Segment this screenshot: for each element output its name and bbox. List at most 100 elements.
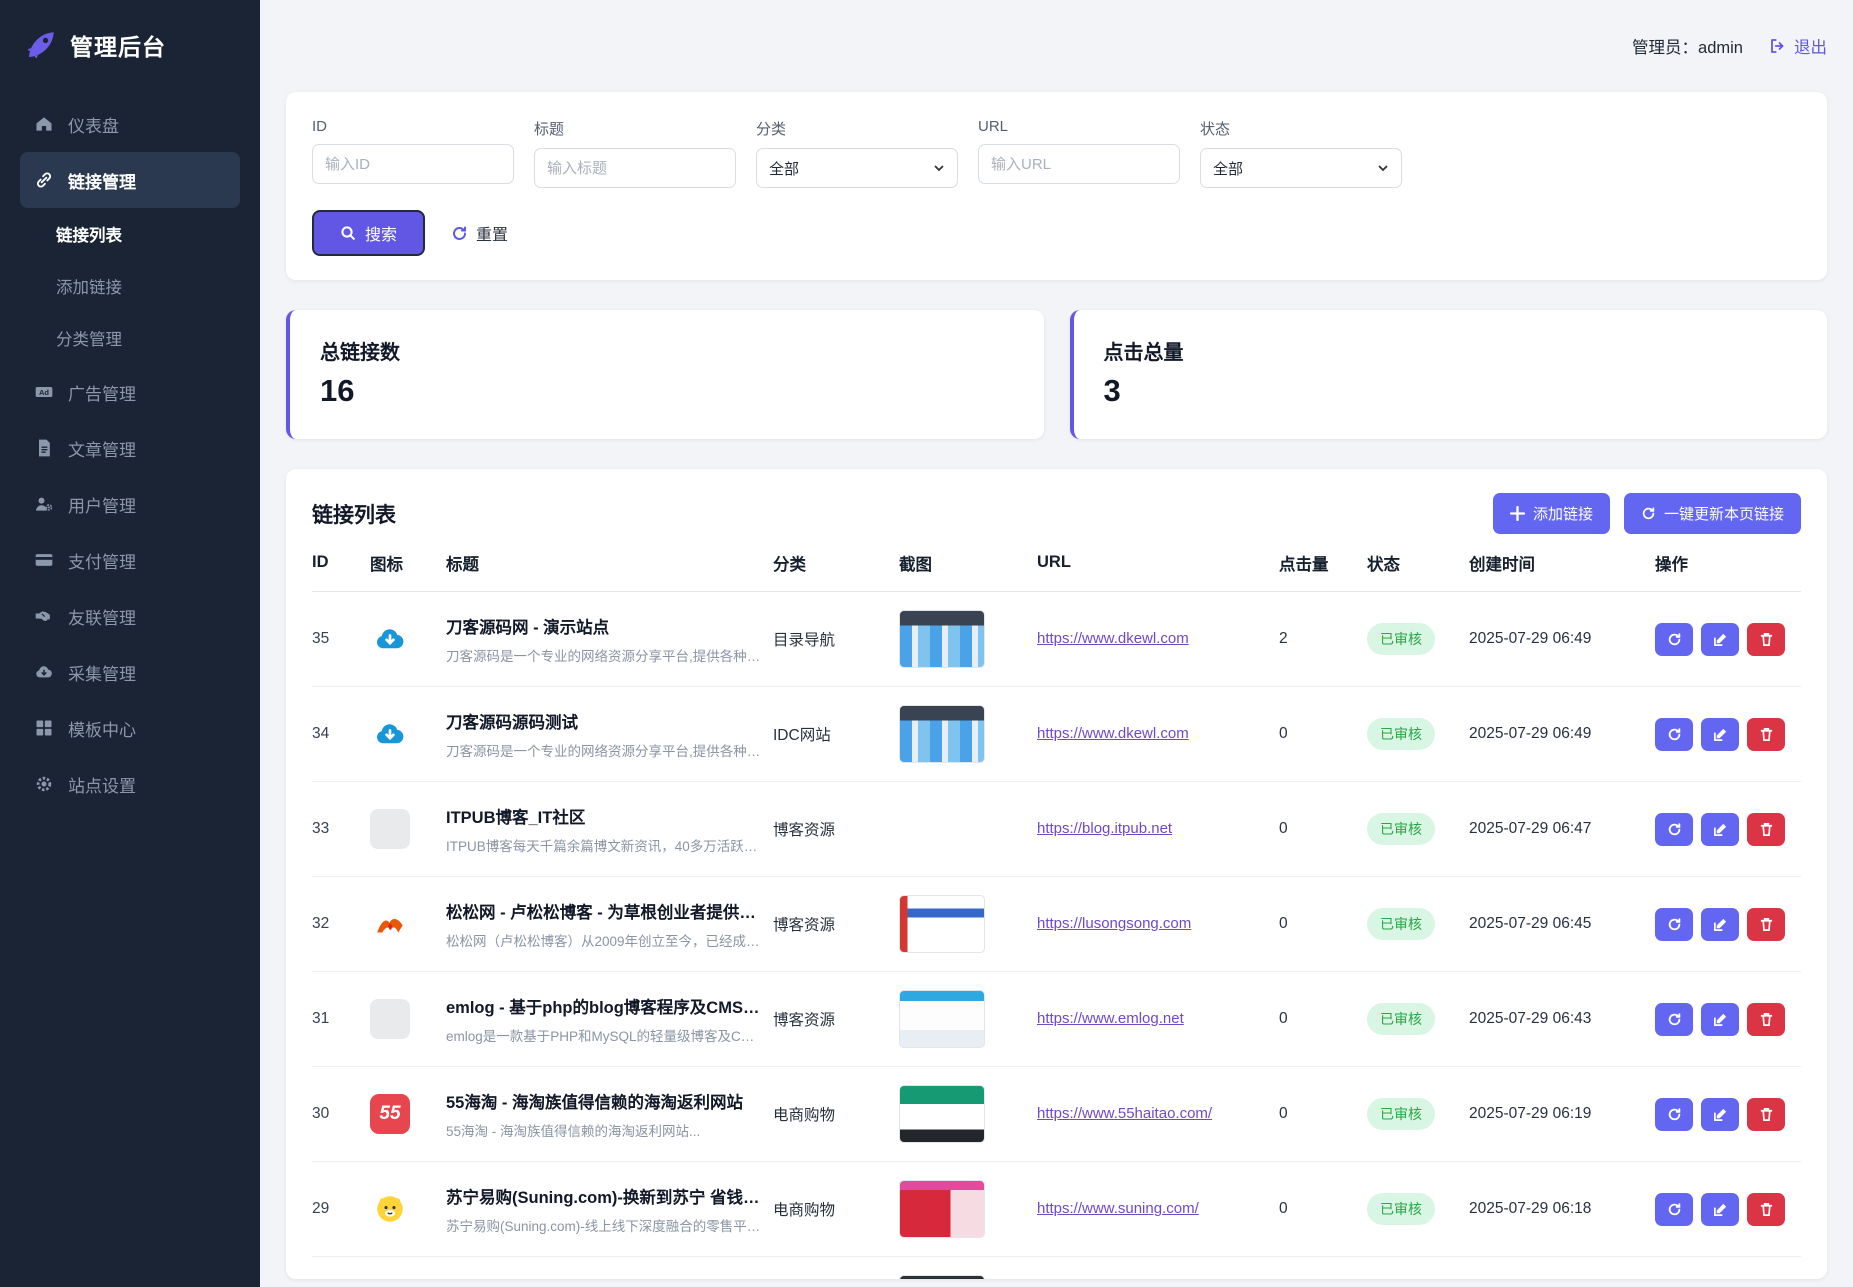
panel-title: 链接列表	[312, 499, 396, 529]
sidebar-item-links[interactable]: 链接管理	[20, 152, 240, 208]
site-thumbnail	[899, 705, 985, 763]
row-edit-button[interactable]	[1701, 718, 1739, 751]
table-row: 33 ITPUB博客_IT社区 ITPUB博客每天千篇余篇博文新资讯，40多万活…	[312, 782, 1801, 877]
filter-category-label: 分类	[756, 118, 958, 139]
row-delete-button[interactable]	[1747, 623, 1785, 656]
row-refresh-button[interactable]	[1655, 1193, 1693, 1226]
sidebar-item-articles[interactable]: 文章管理	[0, 420, 260, 476]
trash-icon	[1759, 1107, 1774, 1122]
table-row: 35 刀客源码网 - 演示站点 刀客源码是一个专业的网络资源分享平台,提供各种P…	[312, 592, 1801, 687]
row-delete-button[interactable]	[1747, 813, 1785, 846]
row-delete-button[interactable]	[1747, 1003, 1785, 1036]
stats-row: 总链接数 16 点击总量 3	[286, 310, 1827, 439]
stat-card-total-links: 总链接数 16	[286, 310, 1044, 439]
top-bar: 管理员：admin 退出	[286, 0, 1827, 92]
status-badge: 已审核	[1367, 813, 1435, 845]
link-icon	[34, 170, 54, 190]
cloud-download-favicon	[370, 619, 410, 659]
row-delete-button[interactable]	[1747, 1098, 1785, 1131]
table-row: 32 松松网 - 卢松松博客 - 为草根创业者提供网络推广知识 松松网（卢松松博…	[312, 877, 1801, 972]
edit-icon	[1713, 822, 1728, 837]
row-refresh-button[interactable]	[1655, 623, 1693, 656]
cloud-download-favicon	[370, 714, 410, 754]
edit-icon	[1713, 727, 1728, 742]
site-url-link[interactable]: https://www.55haitao.com/	[1037, 1105, 1212, 1122]
trash-icon	[1759, 632, 1774, 647]
filter-title-input[interactable]	[534, 148, 736, 188]
filter-id-input[interactable]	[312, 144, 514, 184]
sync-icon	[1667, 1202, 1682, 1217]
grid-icon	[34, 718, 54, 738]
plus-icon	[1510, 506, 1525, 521]
row-refresh-button[interactable]	[1655, 1098, 1693, 1131]
row-refresh-button[interactable]	[1655, 1003, 1693, 1036]
sync-icon	[1667, 1012, 1682, 1027]
sidebar-subitem-link-list[interactable]: 链接列表	[0, 208, 260, 260]
row-delete-button[interactable]	[1747, 718, 1785, 751]
site-url-link[interactable]: https://www.dkewl.com	[1037, 630, 1189, 647]
bulk-update-button[interactable]: 一键更新本页链接	[1624, 493, 1801, 534]
edit-icon	[1713, 1107, 1728, 1122]
logout-button[interactable]: 退出	[1769, 34, 1827, 58]
sidebar-item-friend-links[interactable]: 友联管理	[0, 588, 260, 644]
total-clicks-value: 3	[1104, 373, 1798, 409]
filter-url-label: URL	[978, 118, 1180, 135]
suning-lion-logo-favicon	[370, 1189, 410, 1229]
admin-app: 管理后台 仪表盘 链接管理 链接列表 添加链接 分类管理 Ad 广告管理	[0, 0, 1853, 1287]
gear-icon	[34, 774, 54, 794]
status-badge: 已审核	[1367, 718, 1435, 750]
cloud-download-icon	[34, 662, 54, 682]
sidebar-item-dashboard[interactable]: 仪表盘	[0, 96, 260, 152]
sidebar-subitem-category[interactable]: 分类管理	[0, 312, 260, 364]
sidebar-item-settings[interactable]: 站点设置	[0, 756, 260, 812]
site-thumbnail	[899, 990, 985, 1048]
add-link-button[interactable]: 添加链接	[1493, 493, 1610, 534]
sidebar-item-collection[interactable]: 采集管理	[0, 644, 260, 700]
row-delete-button[interactable]	[1747, 908, 1785, 941]
row-edit-button[interactable]	[1701, 1193, 1739, 1226]
reset-button[interactable]: 重置	[451, 221, 508, 245]
row-delete-button[interactable]	[1747, 1193, 1785, 1226]
row-refresh-button[interactable]	[1655, 813, 1693, 846]
row-edit-button[interactable]	[1701, 1098, 1739, 1131]
logout-icon	[1769, 37, 1787, 55]
sync-icon	[1667, 727, 1682, 742]
row-edit-button[interactable]	[1701, 813, 1739, 846]
trash-icon	[1759, 1202, 1774, 1217]
filter-panel: ID 标题 分类 全部 URL	[286, 92, 1827, 280]
row-edit-button[interactable]	[1701, 1003, 1739, 1036]
svg-text:Ad: Ad	[39, 388, 49, 397]
handshake-icon	[34, 606, 54, 626]
filter-url-input[interactable]	[978, 144, 1180, 184]
row-edit-button[interactable]	[1701, 908, 1739, 941]
site-url-link[interactable]: https://www.emlog.net	[1037, 1010, 1184, 1027]
placeholder-favicon	[370, 809, 410, 849]
55haitao-logo-favicon: 55	[370, 1094, 410, 1134]
sidebar-item-users[interactable]: 用户管理	[0, 476, 260, 532]
row-edit-button[interactable]	[1701, 623, 1739, 656]
chevron-down-icon	[1377, 162, 1389, 174]
site-url-link[interactable]: https://www.dkewl.com	[1037, 725, 1189, 742]
fox-logo-favicon	[370, 904, 410, 944]
status-badge: 已审核	[1367, 908, 1435, 940]
sidebar-item-ads[interactable]: Ad 广告管理	[0, 364, 260, 420]
filter-id-label: ID	[312, 118, 514, 135]
site-url-link[interactable]: https://www.suning.com/	[1037, 1200, 1199, 1217]
stat-card-total-clicks: 点击总量 3	[1070, 310, 1828, 439]
site-thumbnail	[899, 610, 985, 668]
sidebar-subitem-add-link[interactable]: 添加链接	[0, 260, 260, 312]
site-url-link[interactable]: https://lusongsong.com	[1037, 915, 1191, 932]
row-refresh-button[interactable]	[1655, 908, 1693, 941]
app-title: 管理后台	[70, 28, 166, 62]
refresh-icon	[451, 225, 468, 242]
admin-label: 管理员：admin	[1632, 34, 1743, 58]
sync-icon	[1667, 822, 1682, 837]
search-button[interactable]: 搜索	[312, 210, 425, 256]
sidebar-item-templates[interactable]: 模板中心	[0, 700, 260, 756]
row-refresh-button[interactable]	[1655, 718, 1693, 751]
chevron-down-icon	[933, 162, 945, 174]
sidebar-item-payments[interactable]: 支付管理	[0, 532, 260, 588]
site-url-link[interactable]: https://blog.itpub.net	[1037, 820, 1172, 837]
filter-status-select[interactable]: 全部	[1200, 148, 1402, 188]
filter-category-select[interactable]: 全部	[756, 148, 958, 188]
